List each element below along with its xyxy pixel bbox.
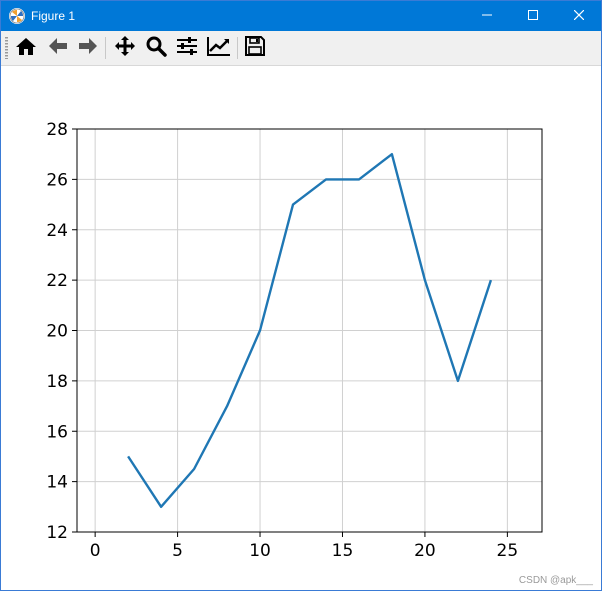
window-title: Figure 1 — [31, 8, 75, 24]
pan-button[interactable] — [112, 36, 138, 60]
maximize-icon — [528, 8, 538, 24]
back-arrow-icon — [48, 37, 68, 59]
y-tick-label: 24 — [46, 221, 68, 241]
save-button[interactable] — [242, 36, 268, 60]
y-tick-label: 16 — [46, 422, 68, 442]
watermark: CSDN @apk___ — [519, 575, 593, 586]
close-button[interactable] — [556, 1, 602, 31]
x-tick-label: 5 — [172, 541, 183, 561]
edit-axis-button[interactable] — [206, 36, 232, 60]
x-tick-label: 15 — [332, 541, 354, 561]
subplots-config-icon — [176, 36, 198, 60]
y-tick-label: 14 — [46, 473, 68, 493]
zoom-button[interactable] — [143, 36, 169, 60]
toolbar-separator — [237, 37, 238, 59]
y-tick-label: 28 — [46, 120, 68, 140]
subplots-button[interactable] — [174, 36, 200, 60]
x-tick-label: 25 — [497, 541, 519, 561]
pan-icon — [114, 35, 136, 61]
minimize-icon — [482, 8, 492, 24]
home-icon — [15, 36, 37, 60]
save-icon — [245, 36, 265, 60]
y-tick-label: 22 — [46, 271, 68, 291]
close-icon — [574, 8, 584, 24]
toolbar-grip[interactable] — [5, 37, 8, 59]
y-tick-label: 26 — [46, 170, 68, 190]
home-button[interactable] — [13, 36, 39, 60]
navigation-toolbar — [1, 31, 601, 66]
forward-button[interactable] — [75, 36, 101, 60]
edit-axis-icon — [207, 36, 231, 60]
maximize-button[interactable] — [510, 1, 556, 31]
line-chart: 0 5 10 15 20 25 12 14 16 18 20 22 24 26 28 — [1, 66, 601, 590]
y-tick-label: 12 — [46, 523, 68, 543]
matplotlib-icon — [9, 8, 25, 24]
back-button[interactable] — [45, 36, 71, 60]
minimize-button[interactable] — [464, 1, 510, 31]
title-bar[interactable]: Figure 1 — [1, 1, 601, 31]
figure-canvas[interactable]: 0 5 10 15 20 25 12 14 16 18 20 22 24 26 28 — [1, 66, 601, 590]
x-tick-label: 0 — [90, 541, 101, 561]
forward-arrow-icon — [78, 37, 98, 59]
y-tick-label: 20 — [46, 322, 68, 342]
toolbar-separator — [105, 37, 106, 59]
figure-window: Figure 1 — [0, 0, 602, 591]
x-tick-label: 10 — [249, 541, 271, 561]
y-tick-label: 18 — [46, 372, 68, 392]
zoom-icon — [145, 35, 167, 61]
x-tick-label: 20 — [414, 541, 436, 561]
